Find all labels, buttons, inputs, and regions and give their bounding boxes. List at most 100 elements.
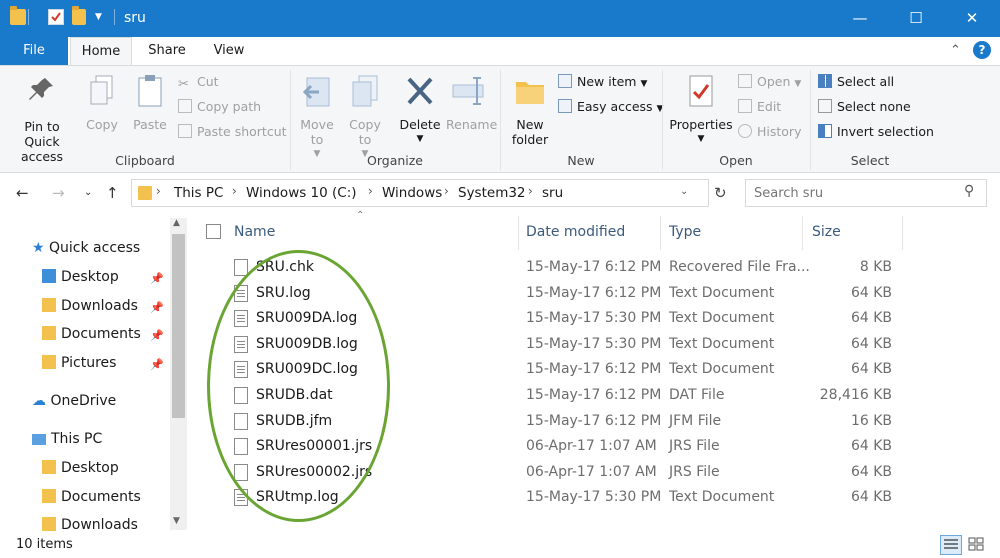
documents-icon xyxy=(42,489,56,503)
group-label-new: New xyxy=(567,153,595,168)
cut-button[interactable]: ✂ Cut xyxy=(178,74,219,92)
pin-icon[interactable]: 📌 xyxy=(150,329,164,342)
forward-arrow-icon[interactable]: → xyxy=(52,184,65,202)
select-none-button[interactable]: Select none xyxy=(818,99,911,115)
file-type: JRS File xyxy=(669,463,720,480)
search-box[interactable]: ⚲ xyxy=(745,179,987,207)
close-button[interactable]: ✕ xyxy=(944,0,1000,37)
column-header-type[interactable]: Type xyxy=(669,224,701,240)
breadcrumb-separator-icon: › xyxy=(444,184,449,198)
column-header-name[interactable]: Name xyxy=(234,224,275,240)
help-icon[interactable]: ? xyxy=(973,41,991,59)
group-label-clipboard: Clipboard xyxy=(115,153,175,168)
breadcrumb-sru[interactable]: sru xyxy=(542,185,563,201)
back-arrow-icon[interactable]: ← xyxy=(16,184,29,202)
refresh-icon[interactable]: ↻ xyxy=(714,184,727,202)
folder-icon xyxy=(10,6,26,25)
sidebar-item-desktop[interactable]: Desktop xyxy=(42,269,119,285)
pin-icon[interactable]: 📌 xyxy=(150,272,164,285)
breadcrumb-windows-10[interactable]: Windows 10 (C:) xyxy=(246,185,357,201)
sidebar-item-this-pc[interactable]: This PC xyxy=(32,431,102,447)
copy-button[interactable]: Copy xyxy=(84,74,120,132)
tab-share[interactable]: Share xyxy=(138,37,196,65)
chevron-down-icon[interactable]: ⌄ xyxy=(84,187,92,198)
chevron-down-icon[interactable]: ▼ xyxy=(95,12,111,28)
sidebar-item-onedrive[interactable]: ☁ OneDrive xyxy=(32,393,116,409)
minimize-button[interactable]: — xyxy=(832,0,888,37)
edit-button[interactable]: Edit xyxy=(738,99,781,115)
new-item-button[interactable]: New item ▼ xyxy=(558,74,647,92)
sidebar-item-downloads[interactable]: Downloads xyxy=(42,298,138,314)
up-arrow-icon[interactable]: ↑ xyxy=(106,184,119,202)
address-bar[interactable]: › This PC › Windows 10 (C:) › Windows › … xyxy=(131,179,709,207)
delete-button[interactable]: Delete ▼ xyxy=(398,74,442,147)
file-size: 64 KB xyxy=(850,489,892,506)
sidebar-item-desktop-pc[interactable]: Desktop xyxy=(42,460,119,476)
file-size: 64 KB xyxy=(850,284,892,301)
file-type: Recovered File Fra... xyxy=(669,259,810,275)
sidebar-item-pictures[interactable]: Pictures xyxy=(42,355,116,371)
ribbon-tabs: File Home Share View ⌃ ? xyxy=(0,37,1000,66)
column-divider[interactable] xyxy=(802,216,803,250)
file-date: 06-Apr-17 1:07 AM xyxy=(526,438,657,455)
nav-scrollbar[interactable]: ▲ ▼ xyxy=(170,218,187,530)
tab-file[interactable]: File xyxy=(0,37,68,65)
breadcrumb-separator-icon: › xyxy=(156,184,161,198)
new-folder-button[interactable]: New folder xyxy=(508,74,552,147)
copy-path-button[interactable]: Copy path xyxy=(178,99,261,115)
breadcrumb-windows[interactable]: Windows xyxy=(382,185,442,201)
invert-selection-button[interactable]: Invert selection xyxy=(818,124,934,140)
rename-button[interactable]: Rename xyxy=(446,74,497,132)
sidebar-item-downloads-pc[interactable]: Downloads xyxy=(42,517,138,533)
chevron-up-icon[interactable]: ▲ xyxy=(173,218,180,228)
cloud-icon: ☁ xyxy=(32,393,46,409)
breadcrumb-separator-icon: › xyxy=(368,184,373,198)
breadcrumb-this-pc[interactable]: This PC xyxy=(174,185,223,201)
file-type: Text Document xyxy=(669,489,775,506)
open-button[interactable]: Open ▼ xyxy=(738,74,801,92)
column-header-size[interactable]: Size xyxy=(812,224,841,240)
paste-button[interactable]: Paste xyxy=(130,74,170,132)
tab-home[interactable]: Home xyxy=(70,37,132,66)
move-to-button[interactable]: Move to ▼ xyxy=(298,74,336,162)
pictures-icon xyxy=(42,355,56,369)
window-title: sru xyxy=(124,10,146,26)
breadcrumb-separator-icon: › xyxy=(528,184,533,198)
sidebar-item-quick-access[interactable]: ★ Quick access xyxy=(32,240,140,256)
new-item-icon xyxy=(558,74,572,88)
chevron-down-icon[interactable]: ▼ xyxy=(173,516,180,526)
tab-view[interactable]: View xyxy=(200,37,258,65)
column-divider[interactable] xyxy=(660,216,661,250)
file-date: 15-May-17 6:12 PM xyxy=(526,361,662,378)
sidebar-item-documents[interactable]: Documents xyxy=(42,326,141,342)
breadcrumb-system32[interactable]: System32 xyxy=(458,185,526,201)
column-divider[interactable] xyxy=(902,216,903,250)
select-all-button[interactable]: Select all xyxy=(818,74,894,90)
pin-icon[interactable]: 📌 xyxy=(150,301,164,314)
breadcrumb-separator-icon: › xyxy=(232,184,237,198)
easy-access-button[interactable]: Easy access ▼ xyxy=(558,99,663,117)
history-button[interactable]: History xyxy=(738,124,801,140)
large-icons-view-icon[interactable] xyxy=(966,535,988,555)
search-icon[interactable]: ⚲ xyxy=(964,183,974,199)
copy-to-button[interactable]: Copy to ▼ xyxy=(346,74,384,162)
details-view-icon[interactable] xyxy=(940,535,962,555)
search-input[interactable] xyxy=(752,184,952,202)
properties-icon[interactable] xyxy=(48,9,64,25)
new-folder-icon[interactable] xyxy=(72,6,86,25)
file-size: 64 KB xyxy=(850,361,892,378)
select-all-checkbox[interactable] xyxy=(206,224,221,239)
pin-to-quick-access-button[interactable]: Pin to Quick access xyxy=(6,74,78,164)
chevron-up-icon[interactable]: ⌃ xyxy=(950,43,961,58)
chevron-down-icon[interactable]: ⌄ xyxy=(680,186,688,197)
paste-shortcut-button[interactable]: Paste shortcut xyxy=(178,124,287,140)
scrollbar-thumb[interactable] xyxy=(172,234,185,418)
pin-icon[interactable]: 📌 xyxy=(150,358,164,371)
sidebar-item-documents-pc[interactable]: Documents xyxy=(42,489,141,505)
properties-button[interactable]: Properties ▼ xyxy=(668,74,734,147)
file-size: 16 KB xyxy=(850,412,892,429)
maximize-button[interactable]: ☐ xyxy=(888,0,944,37)
column-header-date[interactable]: Date modified xyxy=(526,224,625,240)
column-divider[interactable] xyxy=(518,216,519,250)
file-size: 28,416 KB xyxy=(819,387,892,403)
